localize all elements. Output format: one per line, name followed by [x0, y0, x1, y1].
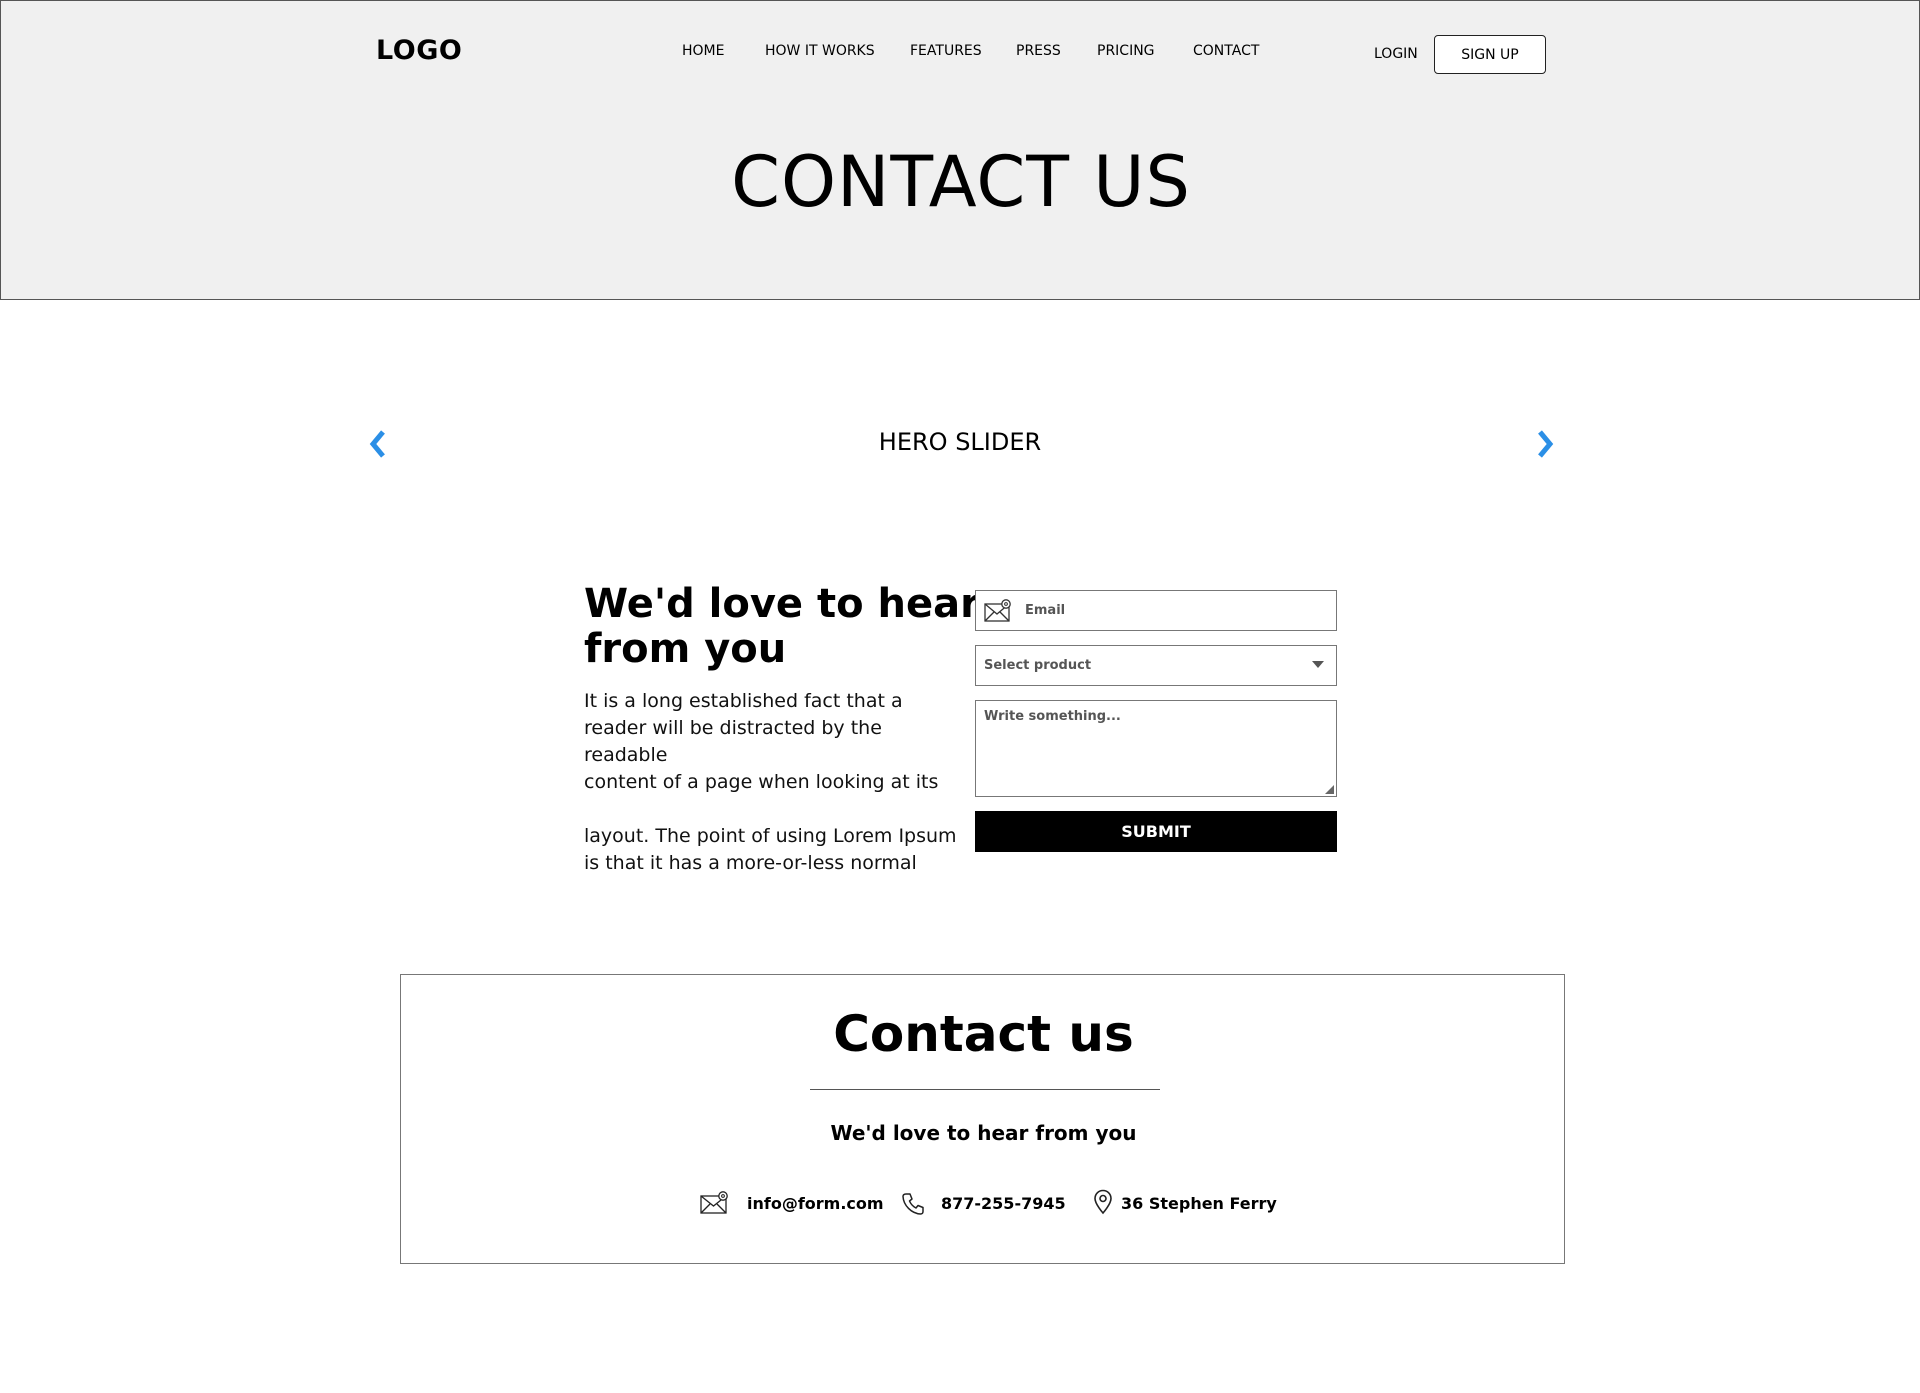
contact-card-subtitle: We'd love to hear from you	[830, 1121, 1137, 1145]
intro-paragraph: content of a page when looking at its	[584, 771, 939, 793]
signup-button[interactable]: SIGN UP	[1434, 35, 1546, 74]
hero-slider-label: HERO SLIDER	[878, 428, 1042, 456]
nav-contact[interactable]: CONTACT	[1193, 43, 1259, 59]
logo[interactable]: LOGO	[376, 35, 462, 66]
contact-intro-title: We'd love to hear from you	[584, 581, 980, 672]
contact-card: Contact us We'd love to hear from you in…	[400, 974, 1565, 1264]
nav-how-it-works[interactable]: HOW IT WORKS	[765, 43, 875, 59]
chevron-right-icon[interactable]	[1530, 426, 1560, 462]
email-field[interactable]: Email	[975, 590, 1337, 631]
nav-features[interactable]: FEATURES	[910, 43, 982, 59]
nav-press[interactable]: PRESS	[1016, 43, 1061, 59]
contact-address: 36 Stephen Ferry	[1121, 1194, 1277, 1213]
caret-down-icon	[1312, 661, 1324, 668]
contact-email[interactable]: info@form.com	[747, 1194, 884, 1213]
select-placeholder: Select product	[984, 658, 1092, 673]
email-placeholder: Email	[1025, 603, 1066, 618]
divider	[810, 1089, 1160, 1090]
contact-card-title: Contact us	[833, 1005, 1134, 1063]
login-link[interactable]: LOGIN	[1374, 46, 1418, 62]
phone-icon	[902, 1193, 924, 1215]
product-select[interactable]: Select product	[975, 645, 1337, 686]
page-title: CONTACT US	[731, 141, 1191, 223]
nav-pricing[interactable]: PRICING	[1097, 43, 1155, 59]
mail-icon	[984, 599, 1011, 622]
message-placeholder: Write something...	[984, 709, 1121, 724]
resize-handle-icon[interactable]	[1325, 785, 1334, 794]
mail-icon	[700, 1191, 728, 1214]
page-header: LOGO HOME HOW IT WORKS FEATURES PRESS PR…	[0, 0, 1920, 300]
location-pin-icon	[1094, 1189, 1112, 1215]
intro-paragraph: It is a long established fact that a rea…	[584, 690, 903, 766]
nav-home[interactable]: HOME	[682, 43, 724, 59]
submit-button[interactable]: SUBMIT	[975, 811, 1337, 852]
message-textarea[interactable]: Write something...	[975, 700, 1337, 797]
intro-paragraph: layout. The point of using Lorem Ipsum i…	[584, 825, 957, 874]
contact-phone[interactable]: 877-255-7945	[941, 1194, 1066, 1213]
